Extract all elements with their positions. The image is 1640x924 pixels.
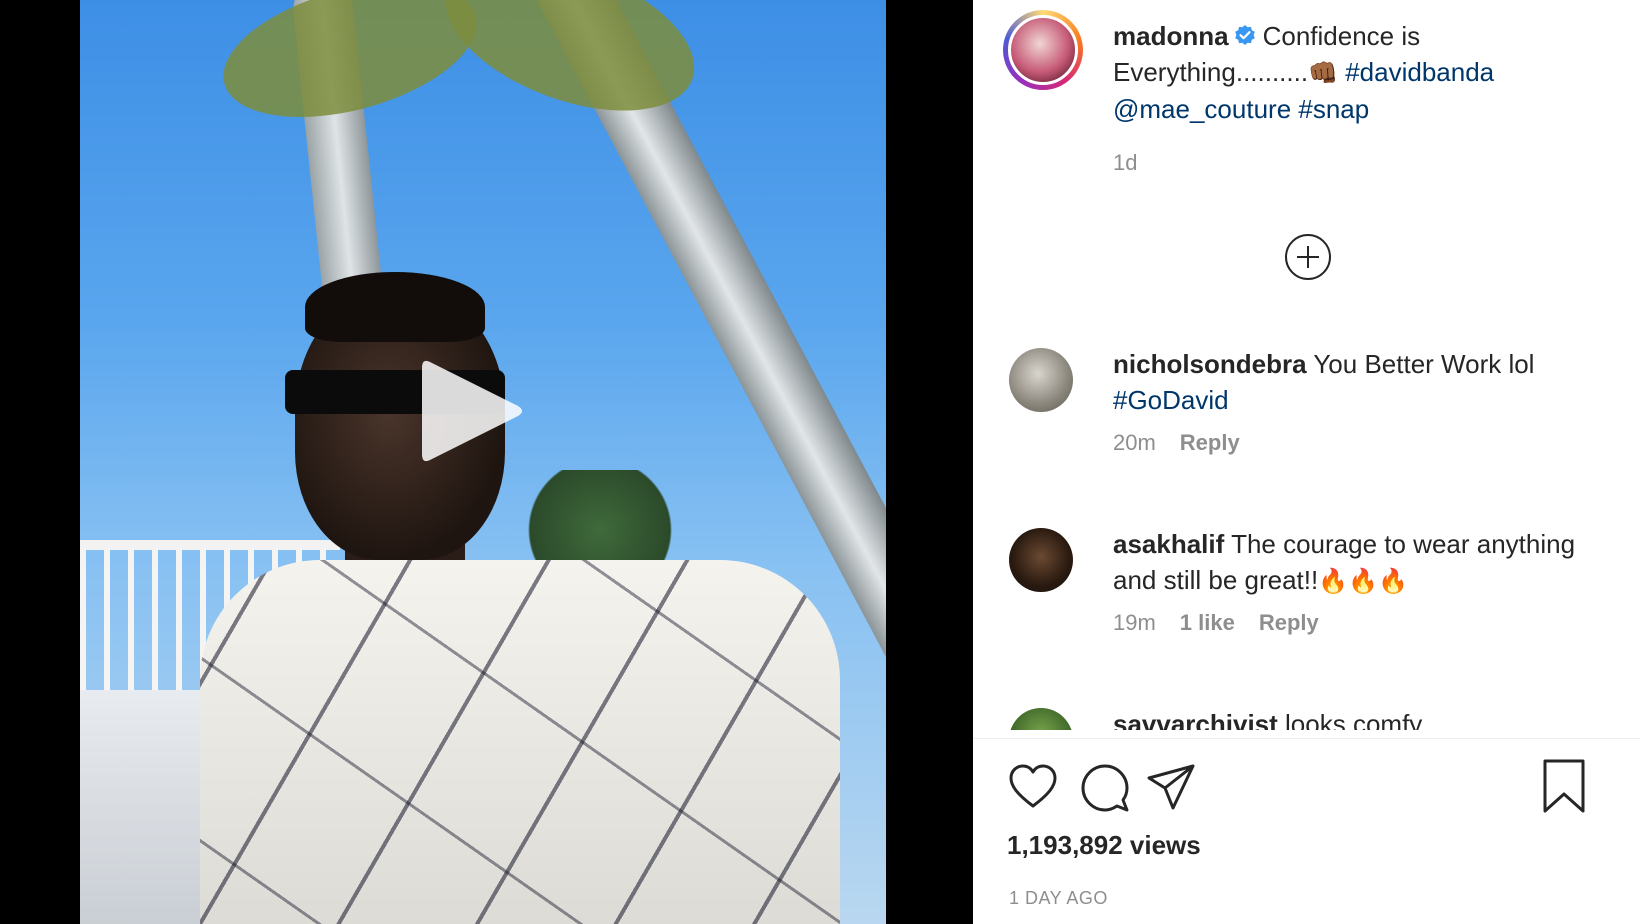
post-details-panel: madonna Confidence is Everything........… [973,0,1640,924]
comment-timestamp[interactable]: 20m [1113,430,1156,455]
hashtag-link[interactable]: #davidbanda [1345,57,1494,87]
view-count[interactable]: 1,193,892 views [1007,830,1201,861]
avatar[interactable] [1008,15,1078,85]
author-username[interactable]: madonna [1113,21,1229,51]
person-hair [305,272,485,342]
reply-button[interactable]: Reply [1180,430,1240,455]
verified-badge-icon [1234,25,1255,45]
bookmark-icon[interactable] [1541,758,1587,814]
caption-timestamp[interactable]: 1d [1113,150,1137,176]
hashtag-link[interactable]: #GoDavid [1113,385,1229,415]
comment-bubble-icon[interactable] [1079,762,1131,814]
comment-meta: 20m Reply [1113,430,1240,456]
person-shirt [200,560,840,924]
divider [973,738,1640,739]
avatar[interactable] [1009,528,1073,592]
comment-username[interactable]: nicholsondebra [1113,349,1307,379]
mention-link[interactable]: @mae_couture [1113,94,1291,124]
avatar[interactable] [1009,708,1073,730]
fist-emoji: 👊🏾 [1308,59,1338,87]
comments-list[interactable]: nicholsondebra You Better Work lol #GoDa… [973,310,1640,730]
comment-username[interactable]: asakhalif [1113,529,1224,559]
post-date[interactable]: 1 DAY AGO [1009,888,1108,909]
avatar[interactable] [1009,348,1073,412]
fire-emoji: 🔥🔥🔥 [1318,567,1408,595]
paper-plane-icon[interactable] [1145,762,1197,814]
plus-circle-icon[interactable] [1283,232,1333,282]
hashtag-link[interactable]: #snap [1298,94,1369,124]
comment-text: nicholsondebra You Better Work lol #GoDa… [1113,346,1583,418]
media-pane [0,0,973,924]
reply-button[interactable]: Reply [1259,610,1319,635]
comment-text: asakhalif The courage to wear anything a… [1113,526,1583,599]
comment-body: looks comfy [1285,709,1423,730]
comment-username[interactable]: savvarchivist [1113,709,1278,730]
comment-like-count[interactable]: 1 like [1180,610,1235,635]
comment-text: savvarchivist looks comfy [1113,706,1583,730]
comment-timestamp[interactable]: 19m [1113,610,1156,635]
caption: madonna Confidence is Everything........… [1113,18,1583,127]
heart-icon[interactable] [1007,762,1059,814]
comment-meta: 19m 1 like Reply [1113,610,1319,636]
comment-body: You Better Work lol [1313,349,1535,379]
play-icon[interactable] [408,348,533,473]
